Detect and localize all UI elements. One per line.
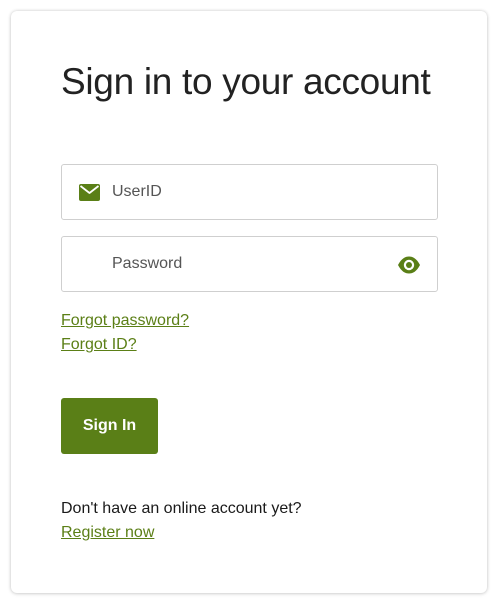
no-account-text: Don't have an online account yet?	[61, 500, 302, 517]
login-card: Sign in to your account Forgot password?…	[11, 11, 487, 593]
userid-field[interactable]	[61, 164, 438, 220]
password-field[interactable]	[61, 236, 438, 292]
forgot-id-link[interactable]: Forgot ID?	[61, 336, 137, 354]
password-input[interactable]	[112, 237, 382, 291]
sign-in-button[interactable]: Sign In	[61, 398, 158, 454]
userid-input[interactable]	[112, 165, 382, 219]
forgot-password-link[interactable]: Forgot password?	[61, 312, 189, 330]
eye-icon[interactable]	[397, 254, 421, 276]
page-title: Sign in to your account	[61, 61, 431, 102]
mail-icon	[79, 184, 100, 201]
register-now-link[interactable]: Register now	[61, 524, 154, 542]
